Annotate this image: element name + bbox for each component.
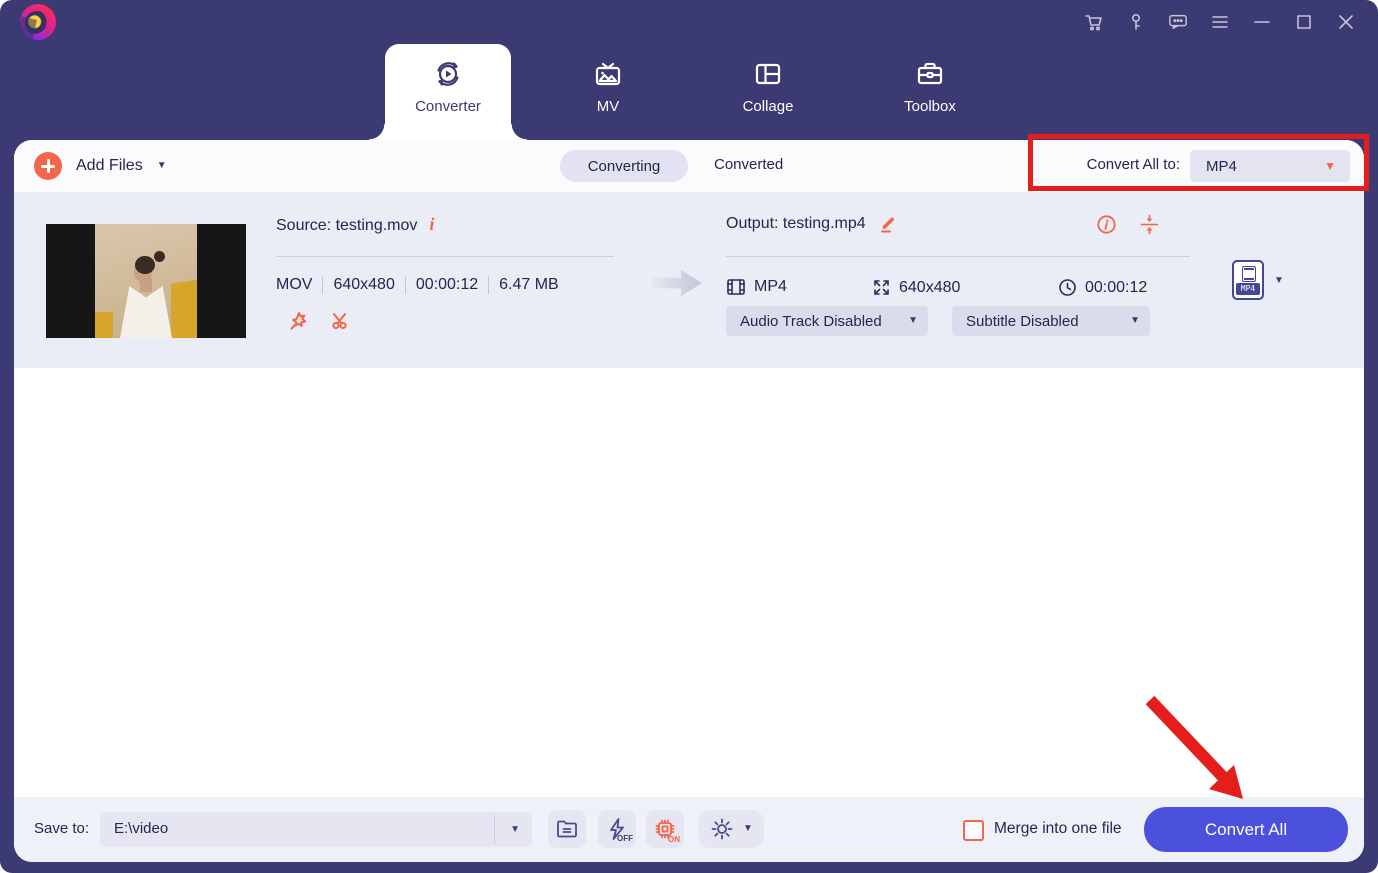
settings-button[interactable]: ▼ bbox=[698, 810, 764, 848]
arrow-right-icon bbox=[652, 269, 702, 297]
subtitle-value: Subtitle Disabled bbox=[966, 312, 1079, 330]
film-icon bbox=[1242, 266, 1256, 282]
format-film-icon bbox=[727, 279, 745, 295]
tab-mv[interactable]: MV bbox=[548, 56, 668, 115]
save-path-value: E:\video bbox=[114, 820, 169, 837]
thumbnail-photo bbox=[95, 224, 197, 338]
gear-icon bbox=[711, 818, 733, 840]
save-to-label: Save to: bbox=[34, 820, 90, 837]
tab-collage[interactable]: Collage bbox=[708, 56, 828, 115]
minimize-icon[interactable] bbox=[1252, 10, 1272, 34]
bottom-bar: Save to: E:\video ▼ OFF ON ▼ Merge into … bbox=[14, 797, 1364, 862]
caret-down-icon: ▼ bbox=[510, 824, 520, 835]
cart-icon[interactable] bbox=[1084, 10, 1104, 34]
divider bbox=[276, 256, 614, 257]
file-list-empty-area bbox=[14, 368, 1364, 797]
rename-edit-icon[interactable] bbox=[878, 214, 898, 234]
add-files-label: Add Files bbox=[76, 157, 143, 174]
source-size: 6.47 MB bbox=[488, 276, 569, 294]
caret-down-icon: ▼ bbox=[1130, 315, 1140, 326]
output-filename: Output: testing.mp4 bbox=[726, 215, 866, 232]
save-path-combobox[interactable]: E:\video ▼ bbox=[100, 812, 532, 847]
app-window: Converter MV Collage Toolbox Add Files ▼… bbox=[0, 0, 1378, 873]
key-icon[interactable] bbox=[1126, 10, 1146, 34]
output-info-icon[interactable] bbox=[1096, 214, 1117, 235]
file-row[interactable]: Source: testing.mov i MOV 640x480 00:00:12… bbox=[14, 192, 1364, 368]
convert-all-to-label: Convert All to: bbox=[1086, 156, 1180, 173]
source-filename: Source: testing.mov bbox=[276, 217, 418, 234]
add-files-button[interactable]: Add Files ▼ bbox=[34, 152, 167, 180]
source-duration: 00:00:12 bbox=[404, 276, 488, 294]
format-badge: MP4 bbox=[1236, 283, 1260, 295]
content-area: Add Files ▼ Converting Converted Convert… bbox=[14, 140, 1364, 862]
output-profile-button[interactable]: MP4 bbox=[1232, 260, 1264, 300]
open-folder-button[interactable] bbox=[548, 810, 586, 848]
convert-all-button-label: Convert All bbox=[1204, 819, 1288, 839]
high-speed-toggle-button[interactable]: OFF bbox=[598, 810, 636, 848]
toolbar: Add Files ▼ Converting Converted Convert… bbox=[14, 140, 1364, 192]
divider bbox=[494, 815, 495, 844]
filter-tab-label: Converting bbox=[587, 157, 661, 175]
caret-down-icon: ▼ bbox=[908, 315, 918, 326]
tab-label: Collage bbox=[742, 98, 794, 115]
source-info-icon[interactable]: i bbox=[429, 214, 434, 235]
tab-toolbox[interactable]: Toolbox bbox=[870, 56, 990, 115]
convert-all-to-value: MP4 bbox=[1206, 157, 1237, 175]
source-meta: MOV 640x480 00:00:12 6.47 MB bbox=[276, 276, 569, 294]
maximize-icon[interactable] bbox=[1294, 10, 1314, 34]
cut-icon[interactable] bbox=[330, 310, 352, 332]
hardware-accel-toggle-button[interactable]: ON bbox=[646, 810, 684, 848]
caret-down-icon: ▼ bbox=[1324, 159, 1336, 173]
tab-label: Toolbox bbox=[904, 98, 956, 115]
lightning-state-label: OFF bbox=[617, 834, 633, 843]
titlebar-controls bbox=[1084, 10, 1356, 34]
merge-checkbox[interactable] bbox=[963, 820, 984, 841]
collage-icon bbox=[708, 56, 828, 92]
video-thumbnail[interactable] bbox=[46, 224, 246, 338]
tab-label: Converter bbox=[415, 98, 481, 115]
source-resolution: 640x480 bbox=[322, 276, 404, 294]
filter-tab-converted[interactable]: Converted bbox=[714, 156, 783, 173]
divider bbox=[726, 256, 1190, 257]
output-resolution: 640x480 bbox=[899, 278, 961, 296]
audio-track-dropdown[interactable]: Audio Track Disabled ▼ bbox=[726, 306, 928, 336]
convert-all-button[interactable]: Convert All bbox=[1144, 807, 1348, 852]
caret-down-icon[interactable]: ▼ bbox=[157, 161, 167, 171]
folder-icon bbox=[557, 820, 577, 838]
edit-effects-icon[interactable] bbox=[288, 310, 310, 332]
close-icon[interactable] bbox=[1336, 10, 1356, 34]
toolbox-icon bbox=[870, 56, 990, 92]
feedback-icon[interactable] bbox=[1168, 10, 1188, 34]
output-format: MP4 bbox=[754, 278, 787, 295]
resolution-icon bbox=[874, 280, 889, 295]
converter-icon bbox=[385, 56, 511, 92]
tab-converter[interactable]: Converter bbox=[369, 44, 527, 140]
app-logo-icon bbox=[20, 4, 56, 40]
source-format: MOV bbox=[276, 276, 313, 293]
merge-label: Merge into one file bbox=[994, 820, 1122, 837]
add-icon bbox=[34, 152, 62, 180]
subtitle-dropdown[interactable]: Subtitle Disabled ▼ bbox=[952, 306, 1150, 336]
filter-tab-label: Converted bbox=[714, 156, 784, 173]
tab-label: MV bbox=[596, 98, 620, 115]
caret-down-icon: ▼ bbox=[743, 823, 753, 834]
audio-track-value: Audio Track Disabled bbox=[740, 312, 882, 330]
convert-all-to-dropdown[interactable]: MP4 ▼ bbox=[1190, 150, 1350, 182]
mv-icon bbox=[548, 56, 668, 92]
compress-icon[interactable] bbox=[1139, 214, 1160, 235]
filter-tab-converting[interactable]: Converting bbox=[560, 150, 688, 182]
menu-icon[interactable] bbox=[1210, 10, 1230, 34]
caret-down-icon[interactable]: ▼ bbox=[1274, 276, 1284, 286]
chip-state-label: ON bbox=[668, 835, 680, 844]
output-duration: 00:00:12 bbox=[1085, 278, 1148, 296]
duration-clock-icon bbox=[1059, 279, 1076, 296]
